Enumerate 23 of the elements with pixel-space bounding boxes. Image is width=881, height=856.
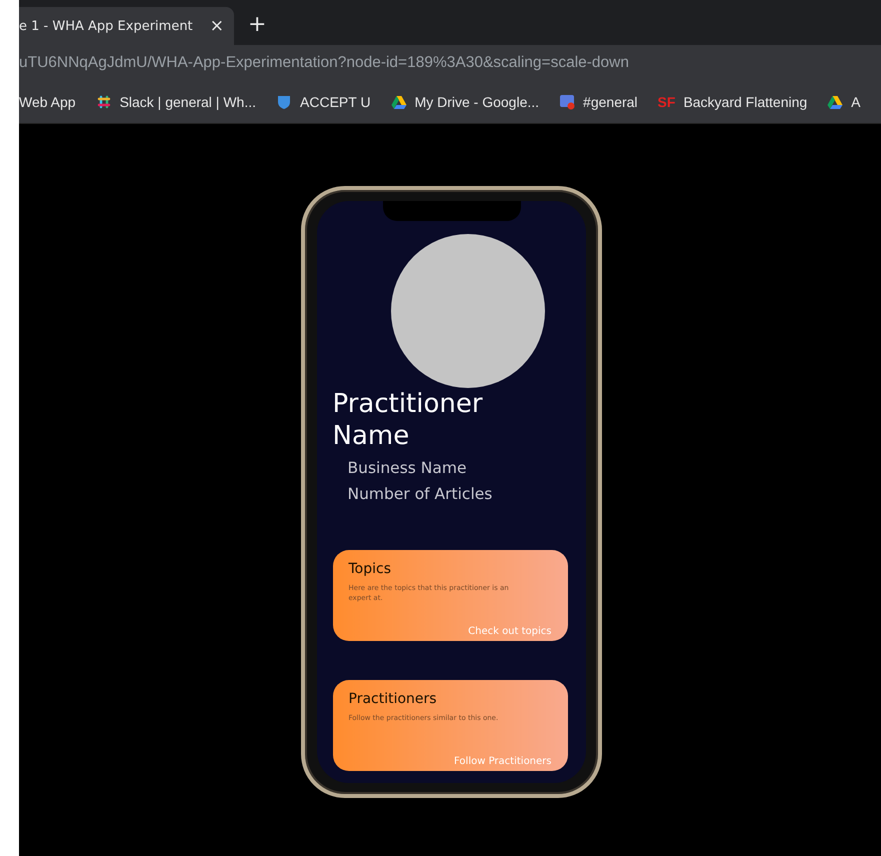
bookmark-item[interactable]: SF Backyard Flattening — [658, 94, 808, 110]
bookmark-item[interactable]: My Drive - Google... — [390, 94, 540, 110]
card-title: Practitioners — [348, 691, 438, 707]
browser-tab[interactable]: e 1 - WHA App Experiment × — [19, 7, 234, 45]
bookmark-item[interactable]: #general — [559, 94, 638, 110]
business-name: Business Name — [348, 458, 468, 478]
tab-title: e 1 - WHA App Experiment — [19, 18, 193, 34]
bookmark-item[interactable]: A — [827, 94, 861, 110]
card-title: Topics — [348, 561, 392, 577]
hash-icon — [96, 94, 112, 110]
triangle-icon — [827, 94, 844, 110]
bookmark-item[interactable]: ACCEPT U — [276, 94, 371, 110]
chat-icon — [559, 94, 576, 110]
article-count: Number of Articles — [348, 484, 494, 504]
bookmark-item[interactable]: Slack | general | Wh... — [96, 94, 256, 110]
bookmark-item[interactable]: Web App — [19, 94, 76, 110]
close-icon[interactable]: × — [210, 16, 224, 36]
triangle-icon — [390, 94, 407, 110]
address-bar[interactable]: uTU6NNqAgJdmU/WHA-App-Experimentation?node-id=189%3A30&scaling=scale-down — [19, 45, 881, 81]
shield-icon — [276, 94, 292, 110]
logo-icon: SF — [658, 94, 676, 110]
practitioner-name: Practitioner Name — [332, 388, 484, 452]
new-tab-button[interactable]: + — [248, 12, 266, 37]
